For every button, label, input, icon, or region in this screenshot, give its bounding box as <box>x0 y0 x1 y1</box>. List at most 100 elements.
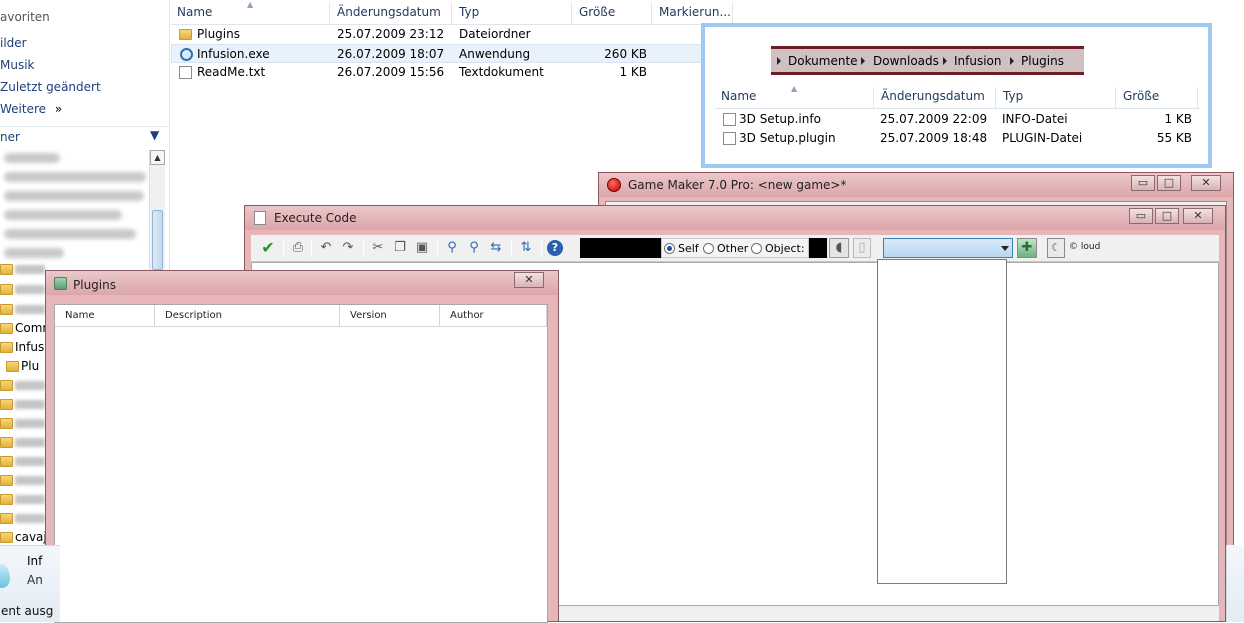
object-icon[interactable]: ◖ <box>829 238 849 258</box>
column-header-author[interactable]: Author <box>440 305 547 327</box>
title-bar[interactable]: Plugins ✕ <box>46 271 558 295</box>
column-header-name[interactable]: Name ▲ <box>171 0 330 24</box>
minimize-button[interactable]: ▭ <box>1131 175 1155 191</box>
file-name: 3D Setup.info <box>739 112 821 126</box>
folder-icon <box>0 475 13 486</box>
game-maker-icon <box>607 178 621 192</box>
breadcrumb-item[interactable]: Plugins <box>1021 54 1064 68</box>
column-header-description[interactable]: Description <box>155 305 340 327</box>
object-name-field[interactable] <box>580 238 661 258</box>
copy-icon[interactable]: ❐ <box>391 239 409 257</box>
column-header-type[interactable]: Typ <box>453 3 572 24</box>
folder-icon <box>0 399 13 410</box>
column-header-name[interactable]: Name ▲ <box>715 84 874 108</box>
column-header-version[interactable]: Version <box>340 305 440 327</box>
folder-icon <box>0 323 13 334</box>
scroll-up-arrow-icon[interactable]: ▲ <box>150 150 165 165</box>
favorites-header[interactable]: avoriten <box>0 10 50 24</box>
sidebar-scrollbar[interactable]: ▲ <box>149 150 165 270</box>
plugin-dropdown-list[interactable] <box>877 259 1007 584</box>
radio-other[interactable]: Other <box>703 242 748 255</box>
title-bar[interactable]: Execute Code ▭ □ ✕ <box>245 206 1225 230</box>
column-header-type[interactable]: Typ <box>997 87 1116 108</box>
close-button[interactable]: ✕ <box>1191 175 1221 191</box>
redo-icon[interactable]: ↷ <box>339 239 357 257</box>
goto-line-icon[interactable]: ⇆ <box>487 239 505 257</box>
plugin-dropdown[interactable] <box>883 238 1013 258</box>
file-row[interactable]: 3D Setup.plugin 25.07.2009 18:48 PLUGIN-… <box>715 129 1200 148</box>
column-header-tags[interactable]: Markierun... <box>653 3 733 24</box>
folder-icon <box>6 361 19 372</box>
sidebar-section-header[interactable]: ner ▼ <box>0 126 169 146</box>
find-replace-icon[interactable]: ⚲ <box>465 239 483 257</box>
column-header-size[interactable]: Größe <box>573 3 652 24</box>
find-icon[interactable]: ⚲ <box>443 239 461 257</box>
breadcrumb-item[interactable]: Infusion <box>954 54 1002 68</box>
scrollbar-thumb[interactable] <box>152 210 163 270</box>
cut-icon[interactable]: ✂ <box>369 239 387 257</box>
favorite-item-recently-changed[interactable]: Zuletzt geändert <box>0 80 101 94</box>
file-date: 25.07.2009 23:12 <box>337 27 445 41</box>
code-toolbar: ✔ ⎙ ↶ ↷ ✂ ❐ ▣ ⚲ ⚲ ⇆ ⇅ ? Self Other Objec… <box>251 235 1219 262</box>
title-bar[interactable]: Game Maker 7.0 Pro: <new game>* ▭ □ ✕ <box>599 173 1233 197</box>
column-header-label: Name <box>177 5 213 19</box>
help-icon[interactable]: ? <box>547 240 563 256</box>
favorite-item-music[interactable]: Musik <box>0 58 35 72</box>
plugins-list[interactable]: Name Description Version Author <box>54 304 548 623</box>
chevron-down-icon <box>1001 246 1009 251</box>
file-name: 3D Setup.plugin <box>739 131 836 145</box>
file-type: INFO-Datei <box>1002 112 1068 126</box>
undo-icon[interactable]: ↶ <box>317 239 335 257</box>
sidebar-section-label: ner <box>0 130 20 144</box>
radio-dot-selected <box>664 243 675 254</box>
file-row[interactable]: ReadMe.txt 26.07.2009 15:56 Textdokument… <box>171 63 733 82</box>
column-header-name[interactable]: Name <box>55 305 155 327</box>
breadcrumb-item[interactable]: Dokumente <box>788 54 858 68</box>
blurred-tree-item <box>4 153 60 163</box>
column-header-size[interactable]: Größe <box>1117 87 1198 108</box>
favorite-item-more[interactable]: Weitere » <box>0 102 62 116</box>
file-icon <box>723 113 736 126</box>
paste-icon[interactable]: ▣ <box>413 239 431 257</box>
maximize-button[interactable]: □ <box>1157 175 1181 191</box>
status-text: ent ausg <box>1 604 54 618</box>
blurred-tree-item <box>4 172 146 182</box>
file-type: Textdokument <box>459 65 544 79</box>
file-row[interactable]: Plugins 25.07.2009 23:12 Dateiordner <box>171 25 733 44</box>
plugin-icon[interactable]: ✚ <box>1017 238 1037 258</box>
folder-icon <box>0 380 13 391</box>
print-icon[interactable]: ⎙ <box>289 239 307 257</box>
column-header-date[interactable]: Änderungsdatum <box>875 87 996 108</box>
chevron-down-icon[interactable]: ▼ <box>150 128 159 142</box>
favorite-item-pictures[interactable]: ilder <box>0 36 27 50</box>
file-icon <box>723 132 736 145</box>
script-icon[interactable]: ▯ <box>853 238 871 258</box>
folder-icon <box>0 342 13 353</box>
plugin-icon <box>54 277 67 290</box>
folder-icon <box>0 494 13 505</box>
exe-icon <box>180 48 193 61</box>
radio-object[interactable]: Object: <box>751 242 805 255</box>
window-title: Plugins <box>73 278 116 292</box>
maximize-button[interactable]: □ <box>1155 208 1179 224</box>
file-type: Anwendung <box>459 47 531 61</box>
minimize-button[interactable]: ▭ <box>1129 208 1153 224</box>
column-header-date[interactable]: Änderungsdatum <box>331 3 452 24</box>
folder-icon <box>0 418 13 429</box>
radio-self[interactable]: Self <box>664 242 699 255</box>
file-date: 25.07.2009 18:48 <box>880 131 988 145</box>
ok-checkmark-icon[interactable]: ✔ <box>259 239 277 257</box>
close-button[interactable]: ✕ <box>1183 208 1213 224</box>
file-date: 26.07.2009 18:07 <box>337 47 445 61</box>
breadcrumb-item[interactable]: Downloads <box>873 54 939 68</box>
file-row[interactable]: 3D Setup.info 25.07.2009 22:09 INFO-Date… <box>715 110 1200 129</box>
sort-icon[interactable]: ⇅ <box>517 239 535 257</box>
plugins-window: Plugins ✕ Name Description Version Autho… <box>45 270 559 623</box>
file-row[interactable]: Infusion.exe 26.07.2009 18:07 Anwendung … <box>171 44 733 63</box>
file-size: 1 KB <box>619 65 647 79</box>
loud-label: © loud <box>1069 242 1101 252</box>
close-button[interactable]: ✕ <box>514 272 544 288</box>
window-title: Execute Code <box>274 211 357 225</box>
object-selector-field[interactable] <box>809 238 827 258</box>
moon-icon[interactable]: ☾ <box>1047 238 1065 258</box>
